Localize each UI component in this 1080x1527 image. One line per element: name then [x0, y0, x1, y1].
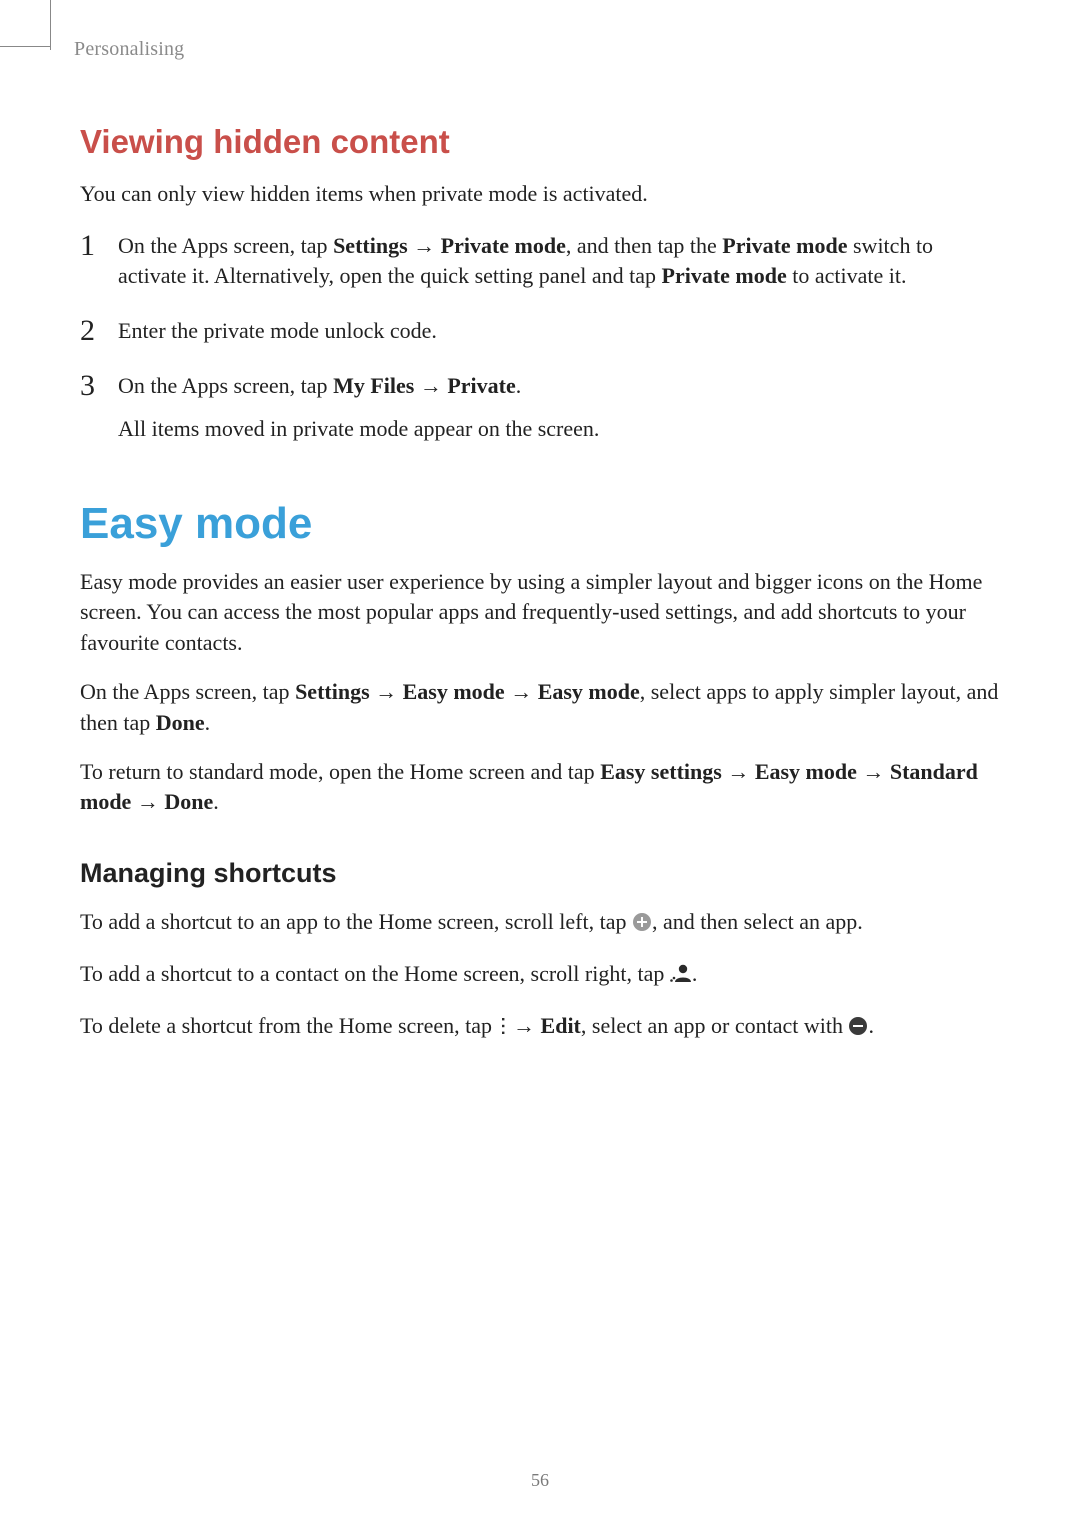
step-body: Enter the private mode unlock code.	[118, 316, 1000, 347]
shortcuts-paragraph-1: To add a shortcut to an app to the Home …	[80, 907, 1000, 941]
shortcuts-paragraph-2: To add a shortcut to a contact on the Ho…	[80, 959, 1000, 993]
easy-mode-paragraph-2: On the Apps screen, tap Settings → Easy …	[80, 677, 1000, 739]
heading-easy-mode: Easy mode	[80, 499, 1000, 549]
more-options-icon	[498, 1014, 508, 1045]
document-page: Personalising Viewing hidden content You…	[0, 0, 1080, 1527]
easy-mode-paragraph-1: Easy mode provides an easier user experi…	[80, 567, 1000, 659]
step-number: 3	[80, 371, 118, 445]
add-contact-icon	[670, 962, 692, 993]
shortcuts-paragraph-3: To delete a shortcut from the Home scree…	[80, 1011, 1000, 1045]
easy-mode-paragraph-3: To return to standard mode, open the Hom…	[80, 757, 1000, 819]
heading-managing-shortcuts: Managing shortcuts	[80, 858, 1000, 889]
step-3-text-line2: All items moved in private mode appear o…	[118, 414, 1000, 445]
step-3: 3 On the Apps screen, tap My Files → Pri…	[80, 371, 1000, 445]
plus-circle-icon	[632, 910, 652, 941]
section-label: Personalising	[74, 38, 1000, 61]
step-body: On the Apps screen, tap My Files → Priva…	[118, 371, 1000, 445]
page-number: 56	[0, 1470, 1080, 1491]
step-2-text: Enter the private mode unlock code.	[118, 316, 1000, 347]
header-corner-mark	[50, 0, 62, 50]
step-1-text: On the Apps screen, tap Settings → Priva…	[118, 231, 1000, 293]
step-body: On the Apps screen, tap Settings → Priva…	[118, 231, 1000, 293]
step-3-text-line1: On the Apps screen, tap My Files → Priva…	[118, 371, 1000, 402]
step-2: 2 Enter the private mode unlock code.	[80, 316, 1000, 347]
steps-list: 1 On the Apps screen, tap Settings → Pri…	[80, 231, 1000, 445]
heading-viewing-hidden-content: Viewing hidden content	[80, 123, 1000, 161]
step-1: 1 On the Apps screen, tap Settings → Pri…	[80, 231, 1000, 293]
minus-circle-icon	[848, 1014, 868, 1045]
step-number: 2	[80, 316, 118, 347]
intro-text: You can only view hidden items when priv…	[80, 179, 1000, 209]
step-number: 1	[80, 231, 118, 293]
